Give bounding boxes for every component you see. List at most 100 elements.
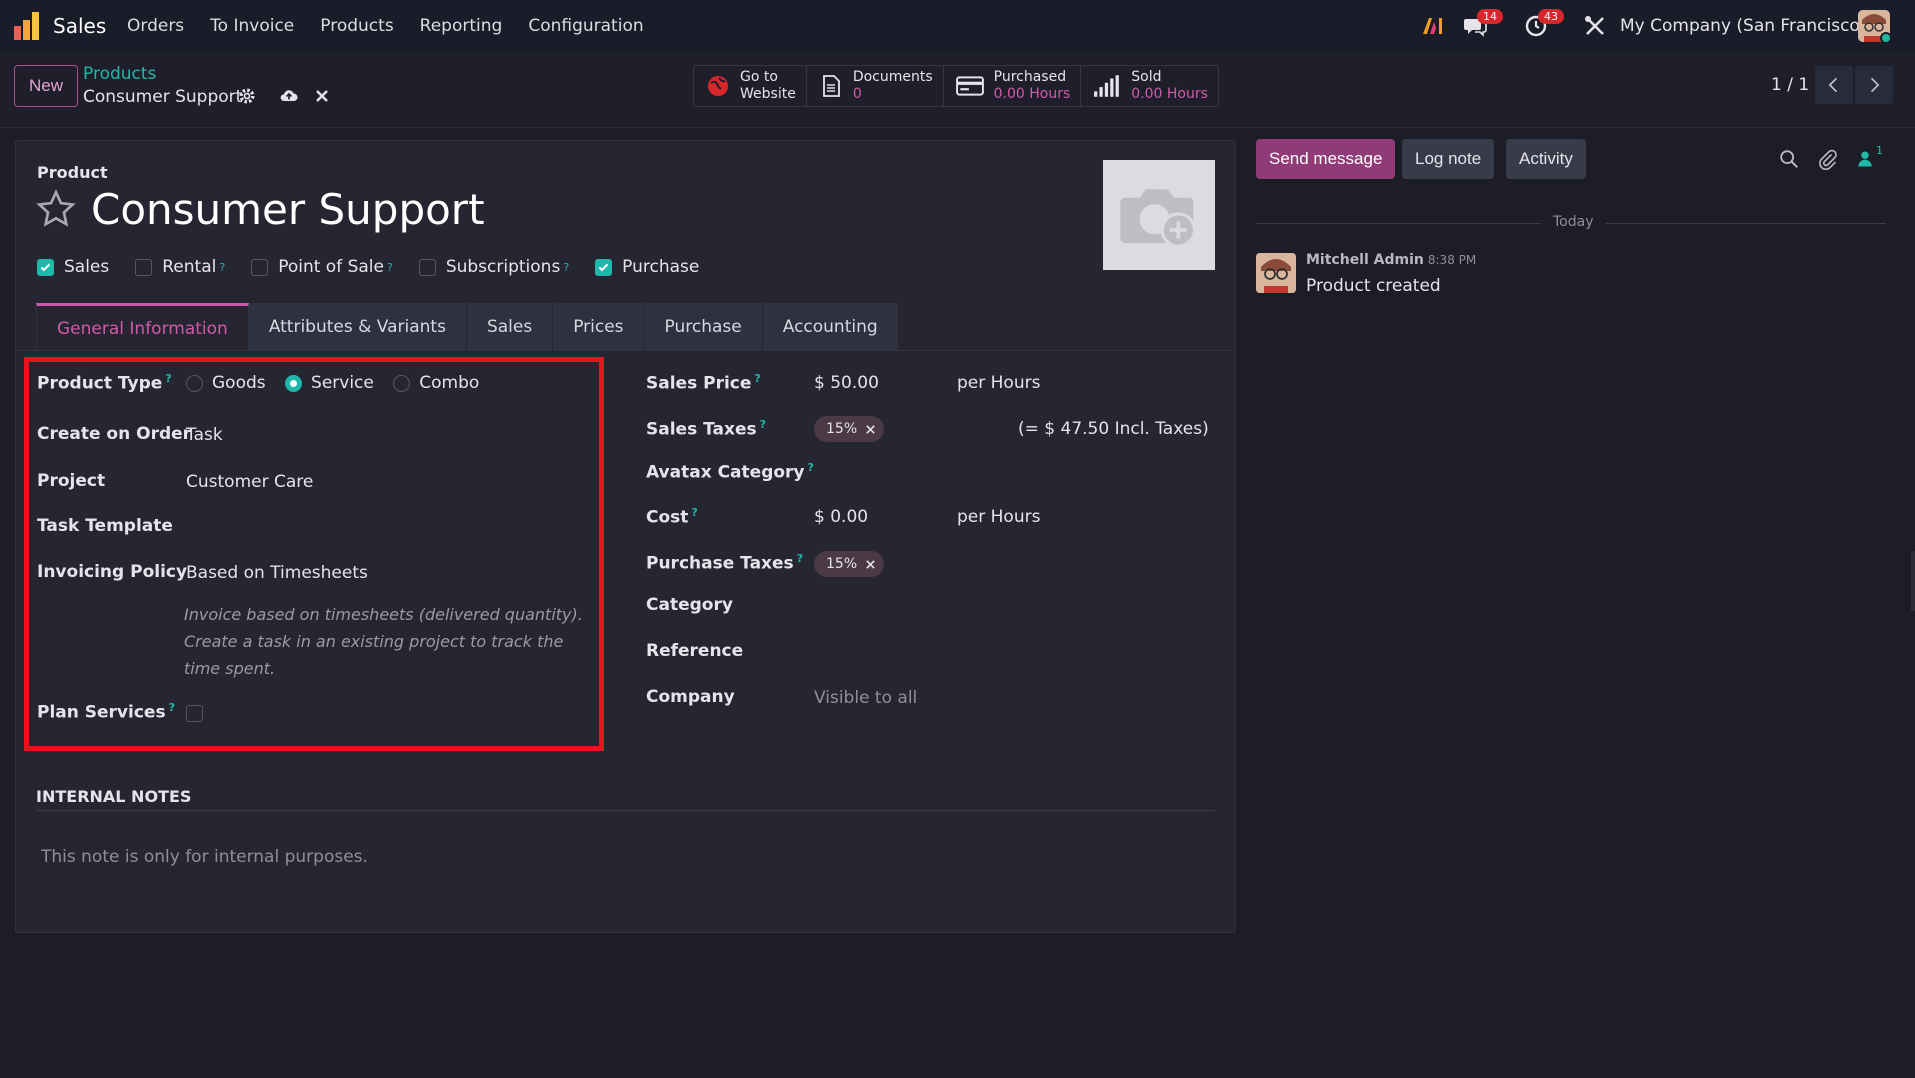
plan-services-checkbox[interactable]	[186, 705, 203, 722]
go-to-website-button[interactable]: Go to Website	[694, 66, 807, 106]
tab-prices[interactable]: Prices	[553, 303, 645, 351]
smart-purchased-value: 0.00 Hours	[993, 86, 1071, 102]
sales-checkbox[interactable]: Sales	[37, 257, 109, 277]
create-on-order-label: Create on Order	[37, 424, 192, 444]
purchased-button[interactable]: Purchased 0.00 Hours	[944, 66, 1082, 106]
help-tooltip-icon[interactable]: ?	[808, 461, 814, 474]
task-template-field[interactable]	[186, 516, 586, 538]
breadcrumb-products[interactable]: Products	[83, 64, 156, 84]
remove-x-icon[interactable]	[865, 559, 876, 570]
subscriptions-checkbox-box[interactable]	[418, 258, 436, 276]
activity-button[interactable]: Activity	[1506, 139, 1586, 179]
product-options-checkboxes: Sales Rental? Point of Sale? Subscriptio…	[37, 257, 725, 277]
category-label: Category	[646, 595, 733, 615]
menu-reporting[interactable]: Reporting	[420, 16, 503, 36]
search-icon[interactable]	[1778, 148, 1800, 170]
purchase-tax-tag[interactable]: 15%	[814, 551, 885, 577]
tab-accounting[interactable]: Accounting	[762, 303, 899, 351]
radio-goods[interactable]: Goods	[186, 373, 266, 393]
tab-general-information[interactable]: General Information	[36, 303, 249, 351]
reference-label: Reference	[646, 641, 744, 661]
log-note-button[interactable]: Log note	[1402, 139, 1495, 179]
radio-combo[interactable]: Combo	[393, 373, 479, 393]
message-author-avatar[interactable]	[1256, 253, 1296, 293]
form-tabs: General Information Attributes & Variant…	[36, 303, 899, 351]
activities-clock-icon[interactable]: 43	[1524, 9, 1564, 38]
tab-attributes-variants[interactable]: Attributes & Variants	[248, 303, 467, 351]
help-tooltip-icon[interactable]: ?	[387, 261, 393, 274]
help-tooltip-icon[interactable]: ?	[754, 372, 760, 385]
gear-icon[interactable]	[237, 86, 257, 106]
date-separator-label: Today	[1541, 214, 1606, 230]
rental-checkbox[interactable]: Rental?	[135, 257, 225, 277]
help-tooltip-icon[interactable]: ?	[219, 261, 225, 274]
purchase-checkbox-box[interactable]	[595, 258, 613, 276]
messages-icon[interactable]: 14	[1463, 9, 1503, 38]
sold-button[interactable]: Sold 0.00 Hours	[1081, 66, 1218, 106]
invoicing-policy-label: Invoicing Policy	[37, 562, 188, 582]
help-tooltip-icon[interactable]: ?	[760, 418, 766, 431]
invoicing-policy-help-text: Invoice based on timesheets (delivered q…	[184, 605, 583, 678]
menu-configuration[interactable]: Configuration	[528, 16, 643, 36]
plan-services-label: Plan Services?	[37, 701, 175, 723]
reference-field[interactable]	[814, 641, 1214, 663]
menu-to-invoice[interactable]: To Invoice	[210, 16, 294, 36]
pager-previous-button[interactable]	[1815, 66, 1853, 104]
followers-button[interactable]: 1	[1856, 144, 1890, 170]
sales-checkbox-box[interactable]	[37, 258, 54, 276]
purchase-taxes-label: Purchase Taxes?	[646, 552, 804, 574]
radio-service[interactable]: Service	[285, 373, 374, 393]
company-label: Company	[646, 687, 735, 707]
sales-tax-tag[interactable]: 15%	[814, 416, 885, 442]
help-tooltip-icon[interactable]: ?	[797, 552, 803, 565]
category-field[interactable]	[814, 595, 1214, 617]
scrollbar-handle[interactable]	[1911, 551, 1915, 611]
rental-checkbox-label: Rental	[162, 257, 217, 277]
purchase-checkbox[interactable]: Purchase	[595, 257, 699, 277]
create-on-order-select[interactable]: Task	[186, 425, 223, 445]
pager-value[interactable]: 1 / 1	[1771, 75, 1809, 95]
new-button[interactable]: New	[14, 65, 78, 107]
tab-sales[interactable]: Sales	[466, 303, 554, 351]
help-tooltip-icon[interactable]: ?	[169, 701, 175, 714]
help-tooltip-icon[interactable]: ?	[691, 506, 697, 519]
tab-purchase[interactable]: Purchase	[644, 303, 763, 351]
remove-x-icon[interactable]	[865, 424, 876, 435]
internal-notes-field[interactable]: This note is only for internal purposes.	[41, 847, 368, 867]
breadcrumb-record-name: Consumer Support	[83, 87, 243, 107]
pager-next-button[interactable]	[1855, 66, 1893, 104]
avatax-category-label: Avatax Category?	[646, 461, 814, 483]
discard-close-icon[interactable]	[312, 86, 332, 106]
product-name-field[interactable]: Consumer Support	[91, 185, 485, 234]
rental-checkbox-box[interactable]	[135, 258, 153, 276]
document-icon	[822, 75, 840, 97]
project-field[interactable]: Customer Care	[186, 472, 313, 492]
point-of-sale-checkbox[interactable]: Point of Sale?	[251, 257, 393, 277]
paperclip-icon[interactable]	[1816, 148, 1838, 170]
smart-documents-count: 0	[852, 86, 862, 102]
invoicing-policy-select[interactable]: Based on Timesheets	[186, 563, 368, 583]
cloud-upload-icon[interactable]	[279, 86, 299, 106]
company-field[interactable]: Visible to all	[814, 688, 917, 708]
product-image-upload[interactable]	[1103, 160, 1215, 270]
help-tooltip-icon[interactable]: ?	[563, 261, 569, 274]
avatax-category-field[interactable]	[814, 461, 1214, 483]
help-tooltip-icon[interactable]: ?	[165, 372, 171, 385]
favorite-star-icon[interactable]	[36, 189, 76, 229]
cost-field[interactable]: $ 0.00	[814, 507, 868, 527]
documents-button[interactable]: Documents 0	[807, 66, 944, 106]
send-message-button[interactable]: Send message	[1256, 139, 1396, 179]
app-name[interactable]: Sales	[53, 14, 106, 38]
menu-products[interactable]: Products	[320, 16, 393, 36]
sales-app-icon[interactable]	[12, 12, 42, 40]
point-of-sale-checkbox-box[interactable]	[251, 258, 269, 276]
cost-uom: per Hours	[957, 507, 1041, 527]
tools-icon[interactable]	[1583, 14, 1607, 38]
subscriptions-checkbox[interactable]: Subscriptions?	[418, 257, 569, 277]
sales-price-field[interactable]: $ 50.00	[814, 373, 879, 393]
tabs-divider	[16, 350, 1235, 351]
ai-icon[interactable]	[1421, 14, 1445, 38]
menu-orders[interactable]: Orders	[127, 16, 184, 36]
company-switcher[interactable]: My Company (San Francisco)	[1620, 16, 1866, 36]
product-type-heading: Product	[37, 163, 108, 182]
